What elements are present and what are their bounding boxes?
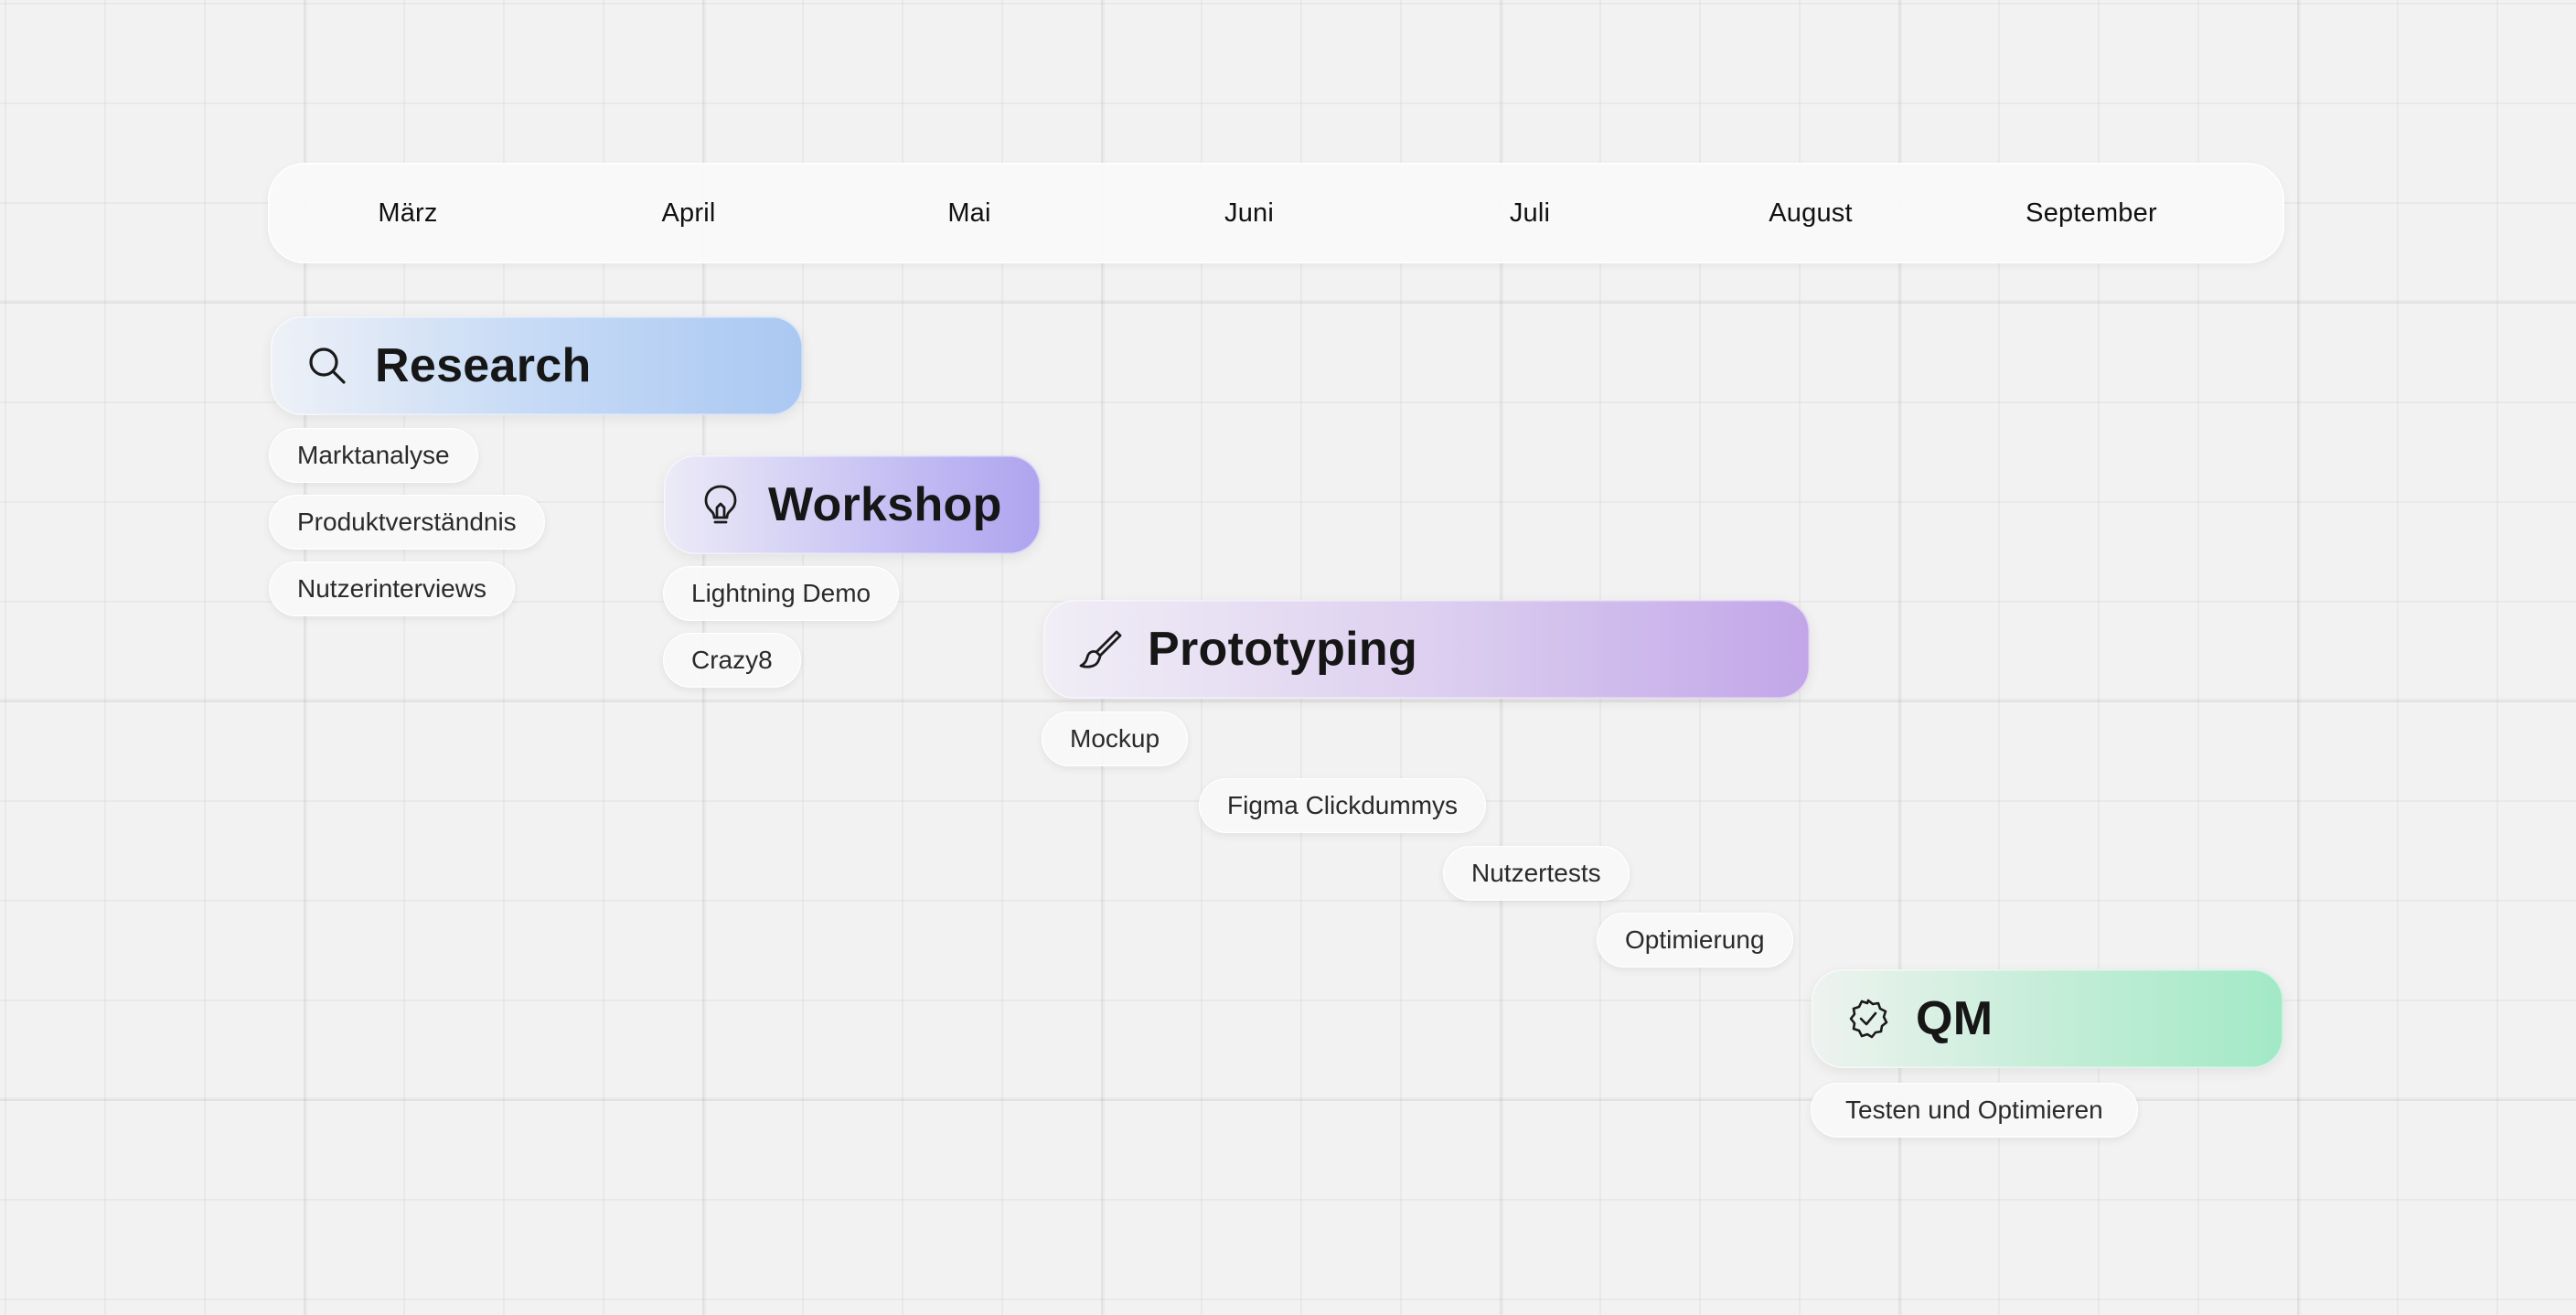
lightbulb-icon [699,483,743,527]
phase-workshop: Workshop [664,455,1041,554]
task-chip: Optimierung [1597,913,1793,968]
task-chip: Produktverständnis [269,495,545,550]
month-header: März April Mai Juni Juli August Septembe… [268,163,2284,263]
month-label-august: August [1769,198,1853,228]
phase-prototyping-title: Prototyping [1148,623,1418,676]
task-chip: Nutzertests [1443,846,1630,901]
month-label-mai: Mai [947,198,991,228]
phase-research: Research [271,316,803,415]
task-chip: Testen und Optimieren [1811,1083,2138,1138]
phase-workshop-title: Workshop [768,478,1002,531]
paintbrush-icon [1078,627,1122,671]
task-chip: Figma Clickdummys [1199,778,1487,833]
search-icon [305,344,349,388]
phase-qm: QM [1812,969,2283,1068]
check-badge-icon [1846,997,1890,1041]
task-chip: Nutzerinterviews [269,561,515,616]
month-label-september: September [2026,198,2157,228]
phase-research-title: Research [375,339,592,392]
month-label-juni: Juni [1224,198,1274,228]
task-chip: Marktanalyse [269,428,478,483]
task-chip: Lightning Demo [663,566,900,621]
month-label-juli: Juli [1509,198,1551,228]
task-chip: Crazy8 [663,633,801,688]
phase-qm-title: QM [1916,992,1993,1045]
month-label-april: April [661,198,716,228]
task-chip: Mockup [1042,711,1189,766]
phase-prototyping: Prototyping [1043,600,1810,699]
month-label-maerz: März [378,198,438,228]
